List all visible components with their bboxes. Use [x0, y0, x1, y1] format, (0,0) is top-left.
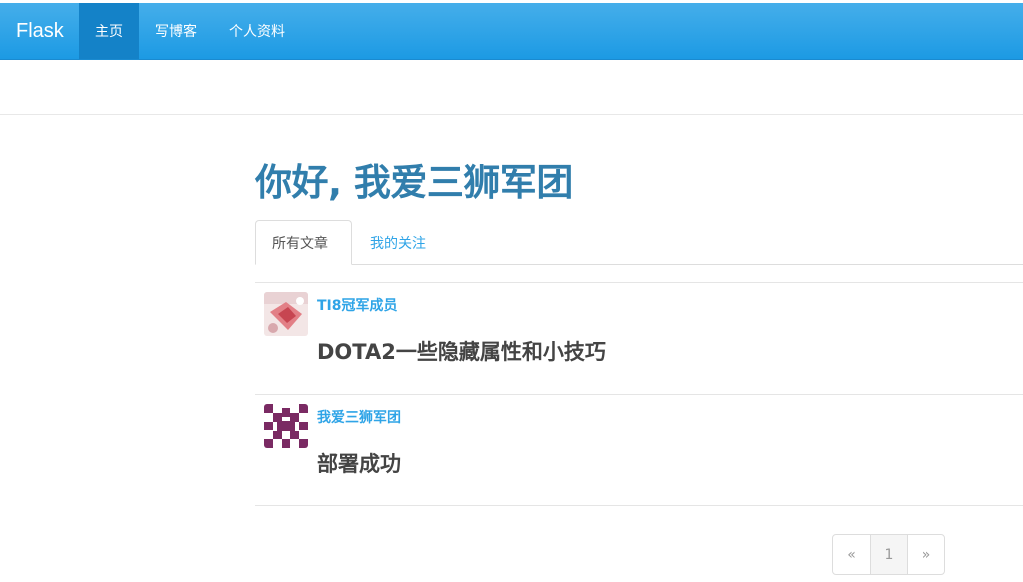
next-page-button[interactable]: »	[907, 535, 944, 574]
post-author[interactable]: 我爱三狮军团	[317, 407, 401, 427]
tab-following[interactable]: 我的关注	[354, 220, 442, 265]
pagination: « 1 »	[832, 534, 945, 575]
post-title[interactable]: DOTA2一些隐藏属性和小技巧	[317, 336, 606, 366]
nav-write-blog[interactable]: 写博客	[139, 3, 213, 59]
post-tabs: 所有文章 我的关注	[255, 220, 1023, 265]
post-title[interactable]: 部署成功	[317, 448, 401, 478]
post-item: TI8冠军成员 DOTA2一些隐藏属性和小技巧	[255, 282, 1023, 394]
page-1-button[interactable]: 1	[870, 535, 907, 574]
nav-profile[interactable]: 个人资料	[213, 3, 301, 59]
photo-avatar-icon[interactable]	[264, 292, 308, 336]
navbar: Flask 主页 写博客 个人资料	[0, 3, 1023, 60]
tab-all-posts[interactable]: 所有文章	[255, 220, 352, 265]
post-item: 我爱三狮军团 部署成功	[255, 394, 1023, 506]
nav-home[interactable]: 主页	[79, 3, 139, 59]
identicon-avatar-icon[interactable]	[264, 404, 308, 448]
post-author[interactable]: TI8冠军成员	[317, 295, 398, 315]
brand-link[interactable]: Flask	[0, 3, 79, 59]
page-title: 你好, 我爱三狮军团	[255, 161, 573, 204]
prev-page-button[interactable]: «	[833, 535, 870, 574]
divider	[0, 114, 1023, 115]
